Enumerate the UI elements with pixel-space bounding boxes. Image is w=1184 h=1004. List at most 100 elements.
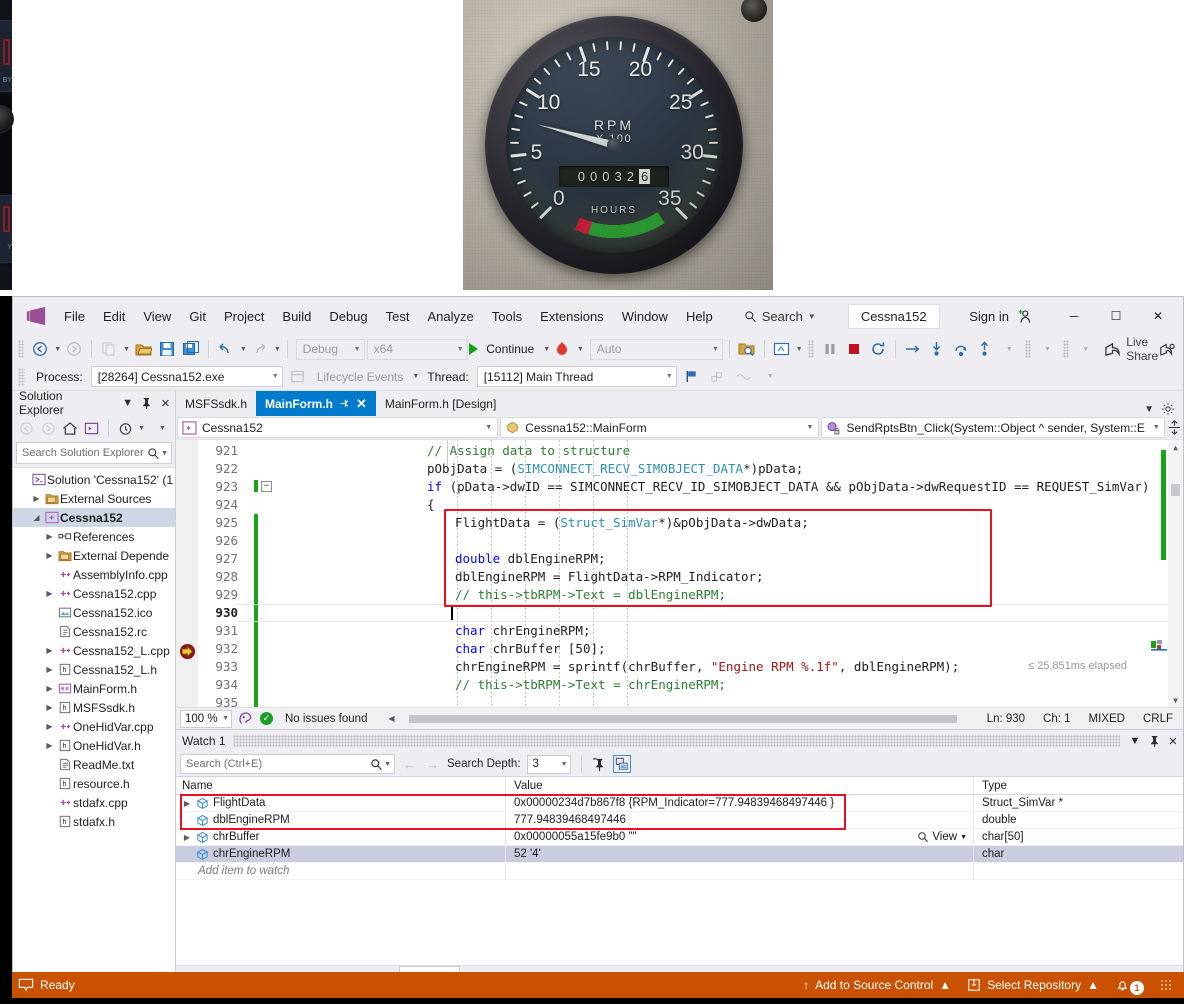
close-icon[interactable]: ✕	[158, 394, 173, 412]
watch-name-cell[interactable]: dblEngineRPM	[176, 812, 506, 828]
solution-explorer-overflow-icon[interactable]: ▼	[152, 418, 172, 438]
search-previous-icon[interactable]: ←	[401, 757, 418, 772]
solution-tree-item-12[interactable]: ▶hMSFSsdk.h	[13, 698, 175, 717]
chevron-down-icon[interactable]: ▼	[577, 346, 584, 353]
save-button[interactable]	[156, 338, 178, 360]
watch-add-item-value-cell[interactable]	[506, 863, 974, 879]
add-to-source-control-button[interactable]: ↑ Add to Source Control ▲	[803, 978, 951, 992]
minimize-button[interactable]: ─	[1053, 301, 1095, 331]
solution-explorer-search[interactable]: Search Solution Explorer ▼	[16, 442, 172, 464]
search-next-icon[interactable]: →	[424, 757, 441, 772]
chevron-down-icon[interactable]: ▼	[796, 346, 803, 353]
continue-button[interactable]: Continue ▼	[470, 338, 550, 360]
thread-combo[interactable]: [15112] Main Thread▼	[477, 366, 677, 387]
restart-button[interactable]	[867, 338, 889, 360]
notifications-button[interactable]: 1	[1115, 975, 1144, 995]
menu-git[interactable]: Git	[180, 304, 215, 329]
flag-thread-button[interactable]	[681, 366, 703, 388]
menu-extensions[interactable]: Extensions	[531, 304, 613, 329]
chevron-down-icon[interactable]: ▼	[960, 834, 967, 841]
redo-button[interactable]	[249, 338, 271, 360]
solution-tree-item-6[interactable]: ▶Cessna152.cpp	[13, 584, 175, 603]
solution-tree-item-3[interactable]: ▶References	[13, 527, 175, 546]
menu-build[interactable]: Build	[273, 304, 320, 329]
step-into-button[interactable]	[926, 338, 948, 360]
chevron-down-icon[interactable]: ▼	[274, 346, 281, 353]
solution-tree-item-1[interactable]: ▶External Sources	[13, 489, 175, 508]
hot-reload-button[interactable]	[552, 338, 574, 360]
navigate-backward-button[interactable]	[29, 338, 51, 360]
chevron-down-icon[interactable]: ▼	[412, 373, 419, 380]
expander-icon[interactable]: ▶	[182, 833, 192, 842]
step-options-3[interactable]: ▼	[1074, 338, 1096, 360]
save-all-button[interactable]	[180, 338, 202, 360]
tab-mainform-h-design[interactable]: MainForm.h [Design]	[376, 391, 505, 416]
close-icon[interactable]: ✕	[356, 396, 367, 412]
solution-config-combo[interactable]: Debug▼	[296, 339, 365, 360]
pane-menu-icon[interactable]: ▼	[120, 394, 135, 412]
switch-views-icon[interactable]	[82, 418, 102, 438]
expander-icon[interactable]: ▶	[43, 703, 56, 712]
solution-tree-item-18[interactable]: hstdafx.h	[13, 812, 175, 831]
menu-debug[interactable]: Debug	[320, 304, 376, 329]
watch-grip[interactable]	[233, 735, 1120, 747]
editor-vertical-scrollbar[interactable]: ▲ ▼	[1168, 440, 1183, 707]
watch-row-2[interactable]: ▶chrBuffer0x00000055a15fe9b0 ""View▼char…	[176, 829, 1183, 846]
column-header-type[interactable]: Type	[974, 777, 1183, 794]
toolbar-grip[interactable]	[18, 340, 24, 358]
forward-icon[interactable]	[38, 418, 58, 438]
chevron-down-icon[interactable]: ▼	[54, 346, 61, 353]
expander-icon[interactable]: ▶	[182, 799, 192, 808]
watch-row-0[interactable]: ▶FlightData0x00000234d7b867f8 {RPM_Indic…	[176, 795, 1183, 812]
pin-icon[interactable]	[139, 394, 154, 412]
watch-value-cell[interactable]: 52 '4'	[506, 846, 974, 862]
watch-value-cell[interactable]: 0x00000234d7b867f8 {RPM_Indicator=777.94…	[506, 795, 974, 811]
solution-tree-item-10[interactable]: ▶hCessna152_L.h	[13, 660, 175, 679]
menu-project[interactable]: Project	[215, 304, 273, 329]
collapse-outline-button[interactable]: −	[261, 481, 272, 492]
expander-icon[interactable]: ▶	[43, 551, 56, 560]
menu-edit[interactable]: Edit	[94, 304, 134, 329]
watch-name-cell[interactable]: chrEngineRPM	[176, 846, 506, 862]
home-icon[interactable]	[60, 418, 80, 438]
solution-tree-item-7[interactable]: Cessna152.ico	[13, 603, 175, 622]
toolbar-grip-3[interactable]	[1025, 340, 1031, 358]
code-editor[interactable]: −921// Assign data to structure922pObjDa…	[176, 439, 1183, 707]
scroll-left-icon[interactable]: ◀	[385, 714, 397, 723]
menu-analyze[interactable]: Analyze	[418, 304, 482, 329]
break-all-button[interactable]	[819, 338, 841, 360]
solution-tree[interactable]: Solution 'Cessna152' (1 ▶External Source…	[13, 467, 175, 973]
solution-tree-item-14[interactable]: ▶hOneHidVar.h	[13, 736, 175, 755]
watch-rows[interactable]: ▶FlightData0x00000234d7b867f8 {RPM_Indic…	[176, 795, 1183, 880]
expander-icon[interactable]: ▶	[43, 684, 56, 693]
tab-mainform-h[interactable]: MainForm.h ✕	[256, 391, 376, 416]
search-icon[interactable]	[370, 758, 383, 771]
pane-menu-icon[interactable]: ▼	[1127, 732, 1143, 750]
chevron-down-icon[interactable]: ▼	[123, 346, 130, 353]
tab-msfssdk-h[interactable]: MSFSsdk.h	[176, 391, 256, 416]
show-threads-button[interactable]	[707, 366, 729, 388]
search-box[interactable]: Search ▼	[736, 306, 824, 327]
solution-tree-item-11[interactable]: ▶MainForm.h	[13, 679, 175, 698]
solution-tree-item-0[interactable]: Solution 'Cessna152' (1	[13, 470, 175, 489]
watch-add-item-row[interactable]: Add item to watch	[176, 863, 1183, 880]
nav-class-combo[interactable]: Cessna152::MainForm ▼	[500, 417, 819, 438]
toolbar-grip-2[interactable]	[808, 340, 814, 358]
nav-project-combo[interactable]: Cessna152 ▼	[177, 417, 498, 438]
back-icon[interactable]	[16, 418, 36, 438]
expander-icon[interactable]: ◢	[30, 513, 43, 522]
pin-watch-icon[interactable]	[592, 757, 607, 772]
expander-icon[interactable]: ▶	[43, 589, 56, 598]
close-button[interactable]: ✕	[1137, 301, 1179, 331]
pin-icon[interactable]	[339, 398, 350, 409]
watch-row-3[interactable]: chrEngineRPM52 '4'char	[176, 846, 1183, 863]
watch-value-cell[interactable]: 777.94839468497446	[506, 812, 974, 828]
solution-tree-item-15[interactable]: ReadMe.txt	[13, 755, 175, 774]
menu-window[interactable]: Window	[613, 304, 677, 329]
process-combo[interactable]: [28264] Cessna152.exe▼	[91, 366, 283, 387]
lifecycle-events-button[interactable]	[287, 366, 309, 388]
step-over-button[interactable]	[950, 338, 972, 360]
show-diagnostic-tools-button[interactable]	[771, 338, 793, 360]
watch-search-input[interactable]: Search (Ctrl+E) ▼	[180, 754, 395, 774]
step-options-1[interactable]: ▼	[998, 338, 1020, 360]
